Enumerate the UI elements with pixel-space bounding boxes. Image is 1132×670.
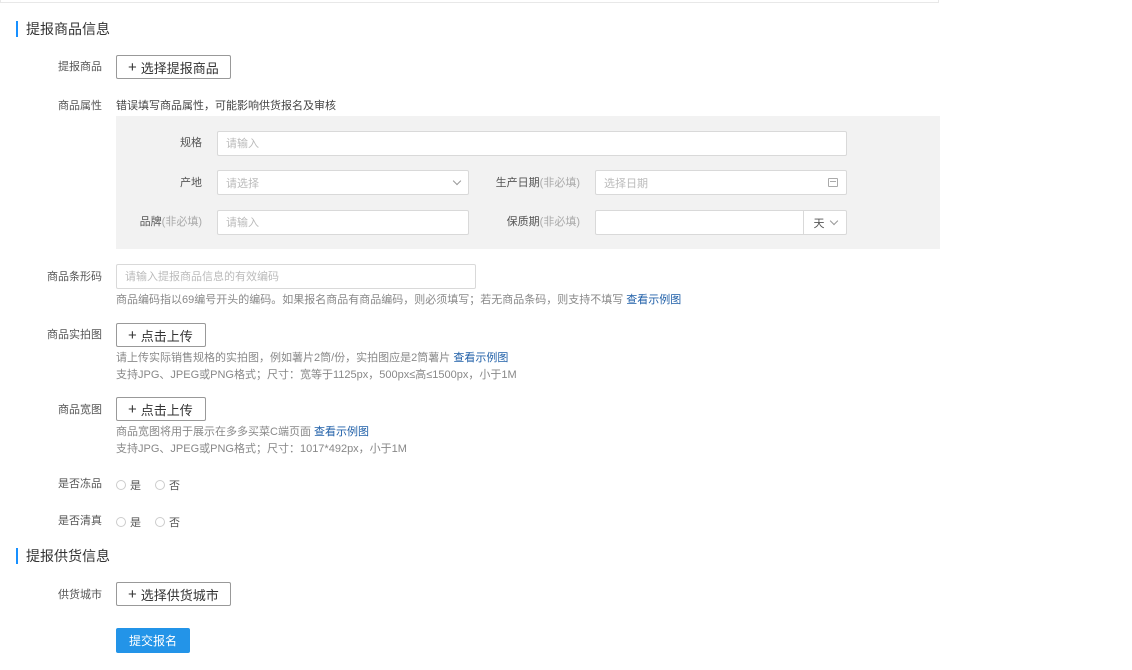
spec-input[interactable] [217,131,847,156]
radio-circle [155,517,165,527]
select-city-button[interactable]: + 选择供货城市 [116,582,231,606]
shelf-life-label-text: 保质期 [506,216,540,228]
origin-select[interactable]: 请选择 [217,170,469,195]
plus-icon: + [128,326,137,344]
wide-image-upload-button[interactable]: + 点击上传 [116,397,206,421]
calendar-icon [828,178,838,187]
barcode-input[interactable] [116,264,476,289]
prod-date-optional: (非必填) [539,177,580,189]
previous-card-edge [0,0,939,3]
halal-yes-label: 是 [130,517,141,529]
photo-format-hint: 支持JPG、JPEG或PNG格式；尺寸：宽等于1125px，500px≤高≤15… [116,369,517,381]
brand-optional: (非必填) [161,216,202,228]
shelf-life-label: 保质期(非必填) [476,214,580,230]
shelf-life-optional: (非必填) [539,216,580,228]
barcode-hint-text: 商品编码指以69编号开头的编码。如果报名商品有商品编码，则必须填写；若无商品条码… [116,294,624,306]
wide-image-format-hint: 支持JPG、JPEG或PNG格式；尺寸：1017*492px，小于1M [116,443,407,455]
shelf-life-input[interactable] [596,211,796,234]
spec-label: 规格 [180,137,202,149]
halal-label: 是否清真 [58,515,102,527]
frozen-yes-radio[interactable]: 是 [116,477,141,493]
halal-no-label: 否 [169,517,180,529]
prod-date-label: 生产日期(非必填) [476,175,580,191]
photo-hint: 请上传实际销售规格的实拍图，例如薯片2筒/份，实拍图应是2筒薯片 查看示例图 [116,350,508,366]
frozen-no-radio[interactable]: 否 [155,477,180,493]
radio-circle [116,480,126,490]
select-goods-button[interactable]: + 选择提报商品 [116,55,231,79]
photo-upload-button-label: 点击上传 [140,328,193,344]
halal-radio-group: 是 否 [116,514,180,530]
select-goods-button-label: 选择提报商品 [140,60,219,76]
goods-section-title: 提报商品信息 [16,21,110,37]
prod-date-label-text: 生产日期 [495,177,540,189]
brand-input[interactable] [217,210,469,235]
wide-image-label: 商品宽图 [58,404,102,416]
attributes-panel: 规格 产地 请选择 生产日期(非必填) 选择日期 品牌(非必填) 保质期(非必填… [116,116,940,249]
barcode-example-link[interactable]: 查看示例图 [626,294,681,306]
supply-section-title: 提报供货信息 [16,548,110,564]
goods-label: 提报商品 [58,61,102,73]
plus-icon: + [128,585,137,603]
prod-date-picker[interactable]: 选择日期 [595,170,847,195]
attributes-label: 商品属性 [58,100,102,112]
origin-label: 产地 [180,177,202,189]
select-city-button-label: 选择供货城市 [140,587,219,603]
shelf-life-field: 天 [595,210,847,235]
frozen-radio-group: 是 否 [116,477,180,493]
chevron-down-icon [829,216,838,226]
photo-label: 商品实拍图 [47,329,102,341]
radio-circle [155,480,165,490]
submit-button[interactable]: 提交报名 [116,628,190,653]
frozen-label: 是否冻品 [58,478,102,490]
radio-circle [116,517,126,527]
photo-example-link[interactable]: 查看示例图 [453,352,508,364]
frozen-yes-label: 是 [130,480,141,492]
barcode-label: 商品条形码 [47,271,102,283]
brand-label-text: 品牌 [139,216,162,228]
frozen-no-label: 否 [169,480,180,492]
halal-yes-radio[interactable]: 是 [116,514,141,530]
barcode-hint: 商品编码指以69编号开头的编码。如果报名商品有商品编码，则必须填写；若无商品条码… [116,292,681,308]
plus-icon: + [128,400,137,418]
wide-image-hint: 商品宽图将用于展示在多多买菜C端页面 查看示例图 [116,424,369,440]
halal-no-radio[interactable]: 否 [155,514,180,530]
photo-hint-text: 请上传实际销售规格的实拍图，例如薯片2筒/份，实拍图应是2筒薯片 [116,352,451,364]
origin-select-placeholder: 请选择 [226,177,259,190]
wide-image-upload-button-label: 点击上传 [140,402,193,418]
brand-label: 品牌(非必填) [126,214,202,230]
chevron-down-icon [452,176,462,186]
attributes-warning: 错误填写商品属性，可能影响供货报名及审核 [116,100,336,112]
wide-image-hint-text: 商品宽图将用于展示在多多买菜C端页面 [116,426,311,438]
shelf-life-unit-select[interactable]: 天 [803,211,846,234]
wide-image-example-link[interactable]: 查看示例图 [314,426,369,438]
plus-icon: + [128,58,137,76]
prod-date-placeholder: 选择日期 [604,177,648,190]
shelf-life-unit-label: 天 [813,217,825,230]
city-label: 供货城市 [58,589,102,601]
photo-upload-button[interactable]: + 点击上传 [116,323,206,347]
